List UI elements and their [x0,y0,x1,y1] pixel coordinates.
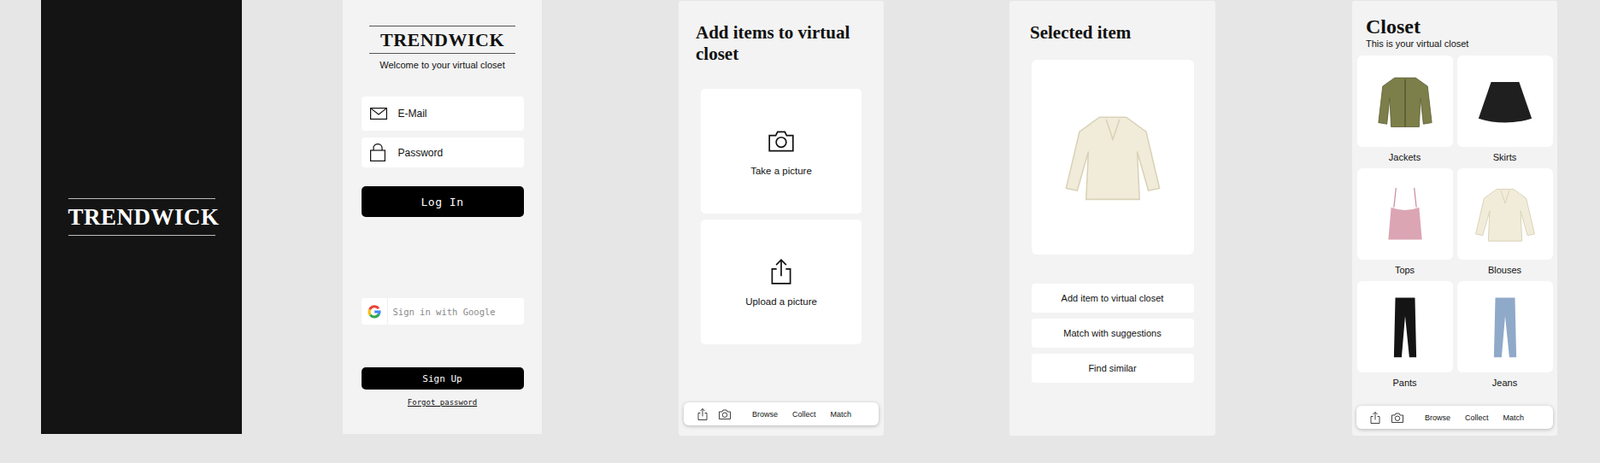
logo: TRENDWICK [68,198,216,236]
nav-item[interactable]: Browse [752,410,778,419]
forgot-password-link[interactable]: Forgot password [407,398,477,407]
nav-item[interactable]: Collect [1464,413,1489,423]
category-tile[interactable]: Blouses [1457,168,1553,282]
category-tile[interactable]: Pants [1357,281,1453,395]
password-field[interactable]: Password [361,137,524,168]
action-button[interactable]: Add item to virtual closet [1031,283,1195,313]
screen-title: Selected item [1029,22,1131,44]
category-tile[interactable]: Jeans [1457,281,1553,395]
nav-camera[interactable] [1390,411,1405,425]
login-button[interactable]: Log In [361,186,524,218]
selected-item-screen: Selected item Add item to virtual closet… [1009,0,1216,436]
add-items-screen: Add items to virtual closet Take a pictu… [678,0,884,436]
camera-option[interactable]: Take a picture [700,88,862,214]
mockup-board: TRENDWICK TRENDWICK Welcome to your virt… [0,0,1600,463]
signup-button[interactable]: Sign Up [361,367,524,390]
upload-option[interactable]: Upload a picture [700,219,862,345]
tagline: Welcome to your virtual closet [379,59,506,71]
closet-screen: Closet This is your virtual closet Jacke… [1352,0,1558,436]
nav-item[interactable]: Browse [1424,413,1451,423]
splash-screen: TRENDWICK [41,0,242,435]
nav-item[interactable]: Match [1503,413,1525,423]
screen-title: Add items to virtual closet [683,22,879,65]
nav-upload[interactable] [1368,411,1383,425]
pants-picture [1370,292,1441,363]
screen-title: Closet [1356,14,1553,39]
blouse-picture [1057,101,1169,213]
category-tile[interactable]: Tops [1357,168,1453,282]
upload-icon [695,407,710,422]
login-screen: TRENDWICK Welcome to your virtual closet… [342,0,542,435]
camera-icon [717,407,732,422]
jeans-picture [1470,292,1541,363]
upload-icon [1368,411,1383,425]
jacket-picture [1370,66,1441,137]
blouse-picture [1470,179,1541,250]
top-picture [1370,179,1441,250]
category-tile[interactable]: Jackets [1357,55,1453,169]
camera-icon [1390,411,1405,425]
logo: TRENDWICK [369,25,516,54]
action-button[interactable]: Find similar [1031,353,1195,383]
mail-icon [370,107,388,120]
nav-item[interactable]: Collect [792,410,817,419]
skirt-picture [1470,66,1541,137]
action-button[interactable]: Match with suggestions [1031,318,1195,348]
google-signin-button[interactable]: Sign in with Google [361,298,524,325]
nav-item[interactable]: Match [830,410,853,419]
bottom-nav: Browse Collect Match [1356,405,1553,430]
nav-upload[interactable] [695,407,710,422]
item-image [1031,59,1195,255]
upload-icon [766,257,796,287]
lock-icon [370,143,386,162]
subtitle: This is your virtual closet [1356,38,1553,49]
email-field[interactable]: E-Mail [361,96,524,131]
camera-icon [766,126,796,156]
category-tile[interactable]: Skirts [1457,55,1553,169]
google-icon [367,305,382,319]
bottom-nav: Browse Collect Match [683,402,879,426]
nav-camera[interactable] [717,407,732,422]
